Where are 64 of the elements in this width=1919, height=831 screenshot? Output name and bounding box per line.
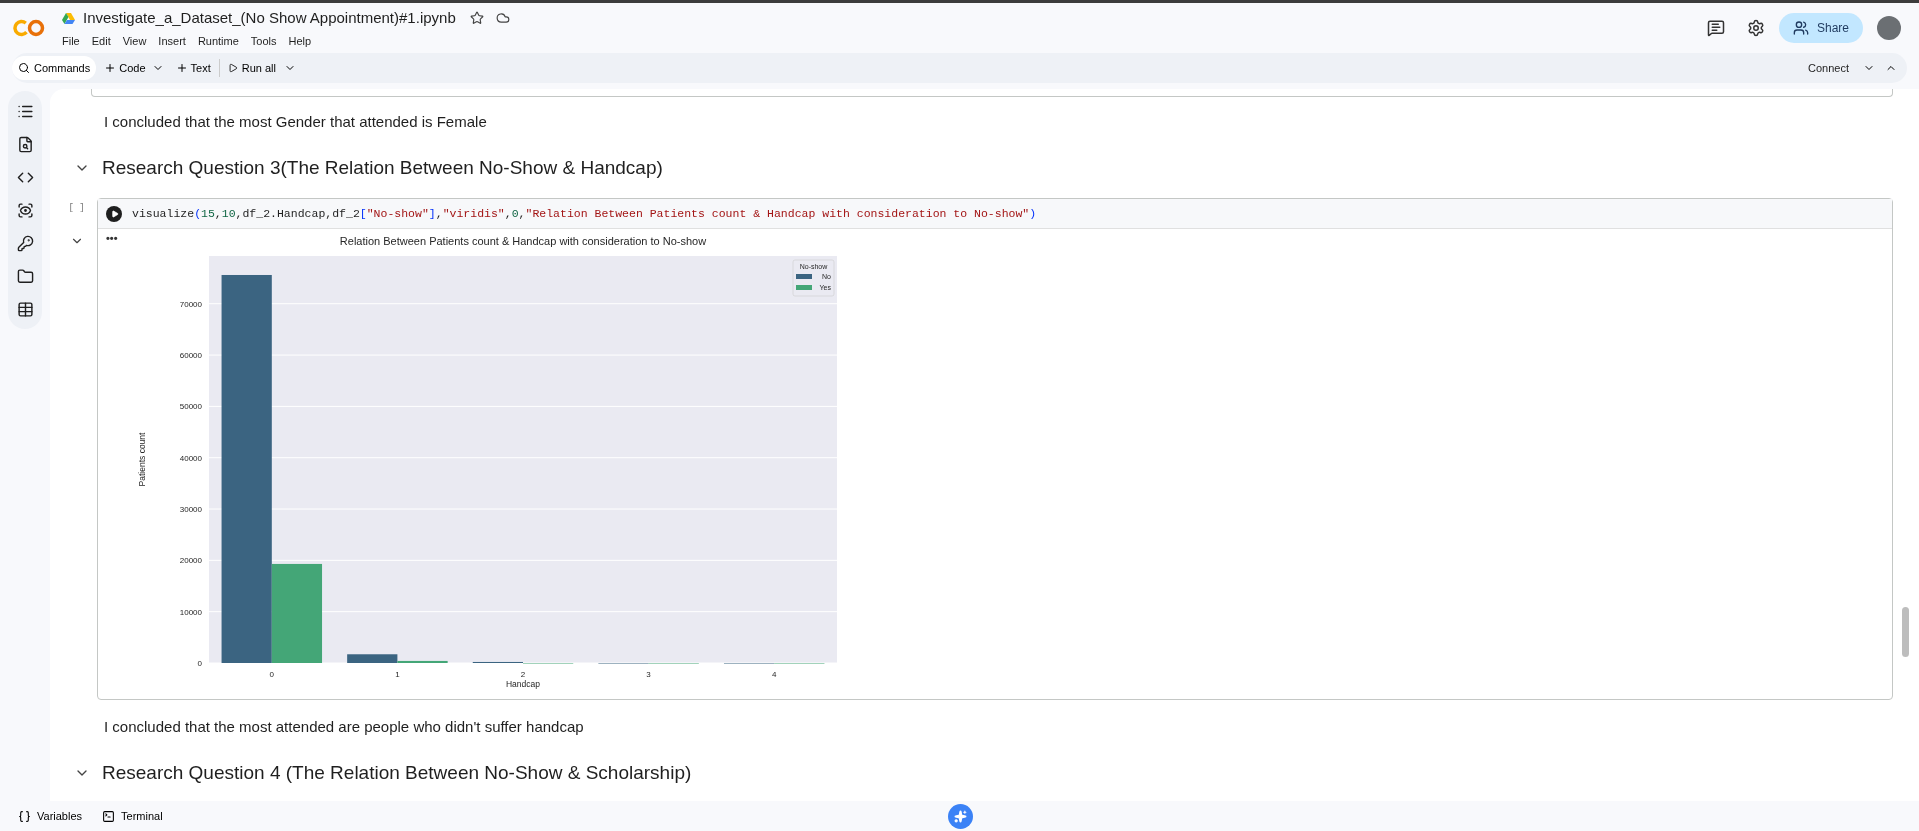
plus-icon [104, 62, 117, 74]
menu-item[interactable]: Insert [158, 32, 186, 49]
menu-item[interactable]: File [62, 32, 80, 49]
search-icon [18, 62, 30, 74]
settings-icon[interactable] [1746, 19, 1765, 37]
sparkle-icon [954, 810, 967, 823]
terminal-icon [102, 809, 116, 823]
find-icon[interactable] [16, 136, 34, 153]
scrollbar-thumb[interactable] [1902, 607, 1909, 657]
comments-icon[interactable] [1706, 19, 1725, 37]
folder-icon[interactable] [16, 268, 34, 285]
add-code-button[interactable]: Code [104, 59, 146, 77]
section-heading: Research Question 3(The Relation Between No-Show & Handcap) [102, 155, 663, 180]
cloud-icon[interactable] [495, 11, 510, 26]
table-of-contents-icon[interactable] [16, 103, 34, 120]
chart-title: Relation Between Patients count & Handcap with consideration to No-show [339, 235, 706, 247]
share-button[interactable]: Share [1778, 13, 1863, 43]
x-tick-label: 0 [269, 670, 274, 679]
menu-item[interactable]: Edit [91, 32, 111, 49]
notebook-title[interactable]: Investigate_a_Dataset_(No Show Appointment)#1.ipynb [83, 7, 456, 30]
terminal-button[interactable]: Terminal [102, 807, 163, 825]
output-menu-button[interactable]: ••• [106, 231, 118, 245]
markdown-text: I concluded that the most attended are people who didn't suffer handcap [104, 717, 585, 737]
run-cell-button[interactable] [106, 205, 122, 222]
add-text-button[interactable]: Text [175, 59, 211, 77]
section-heading: Research Question 4 (The Relation Between No-Show & Scholarship) [102, 760, 692, 785]
x-tick-label: 4 [771, 670, 776, 679]
code-line: visualize(15,10,df_2.Handcap,df_2["No-show"],"viridis",0,"Relation Between Patients count & Handcap with consideration to No-show") [132, 205, 1037, 222]
plus-icon [175, 62, 188, 74]
braces-icon [18, 809, 31, 823]
key-icon[interactable] [16, 235, 34, 252]
x-axis-label: Handcap [505, 679, 540, 689]
x-tick-label: 3 [645, 670, 651, 679]
commands-button[interactable]: Commands [12, 56, 97, 80]
y-tick-label: 40000 [179, 453, 202, 463]
drive-icon [62, 12, 75, 24]
y-axis-label: Patients count [136, 432, 147, 487]
y-tick-label: 70000 [179, 299, 202, 309]
run-all-button[interactable]: Run all [227, 59, 276, 77]
play-icon [110, 209, 119, 218]
connect-button[interactable]: Connect [1808, 59, 1849, 77]
markdown-text: I concluded that the most Gender that attended is Female [104, 112, 488, 132]
y-tick-label: 60000 [179, 351, 202, 361]
menu-item[interactable]: Tools [250, 32, 277, 49]
y-tick-label: 10000 [179, 607, 202, 617]
y-tick-label: 0 [197, 659, 202, 668]
people-icon [1792, 20, 1809, 36]
play-icon [227, 63, 238, 73]
menu-item[interactable]: Help [288, 32, 312, 49]
x-tick-label: 1 [394, 670, 400, 679]
avatar[interactable] [1877, 16, 1901, 40]
y-tick-label: 30000 [179, 505, 202, 515]
table-icon[interactable] [16, 301, 34, 318]
eye-icon[interactable] [16, 202, 34, 219]
y-tick-label: 50000 [179, 402, 202, 412]
menu-item[interactable]: Runtime [197, 32, 239, 49]
gemini-button[interactable] [948, 804, 973, 829]
variables-button[interactable]: Variables [18, 807, 83, 825]
colab-logo[interactable] [12, 18, 46, 38]
star-icon[interactable] [469, 11, 484, 26]
menu-item[interactable]: View [122, 32, 147, 49]
y-tick-label: 20000 [179, 556, 202, 566]
execution-count: [ ] [68, 202, 85, 215]
x-tick-label: 2 [520, 670, 525, 679]
